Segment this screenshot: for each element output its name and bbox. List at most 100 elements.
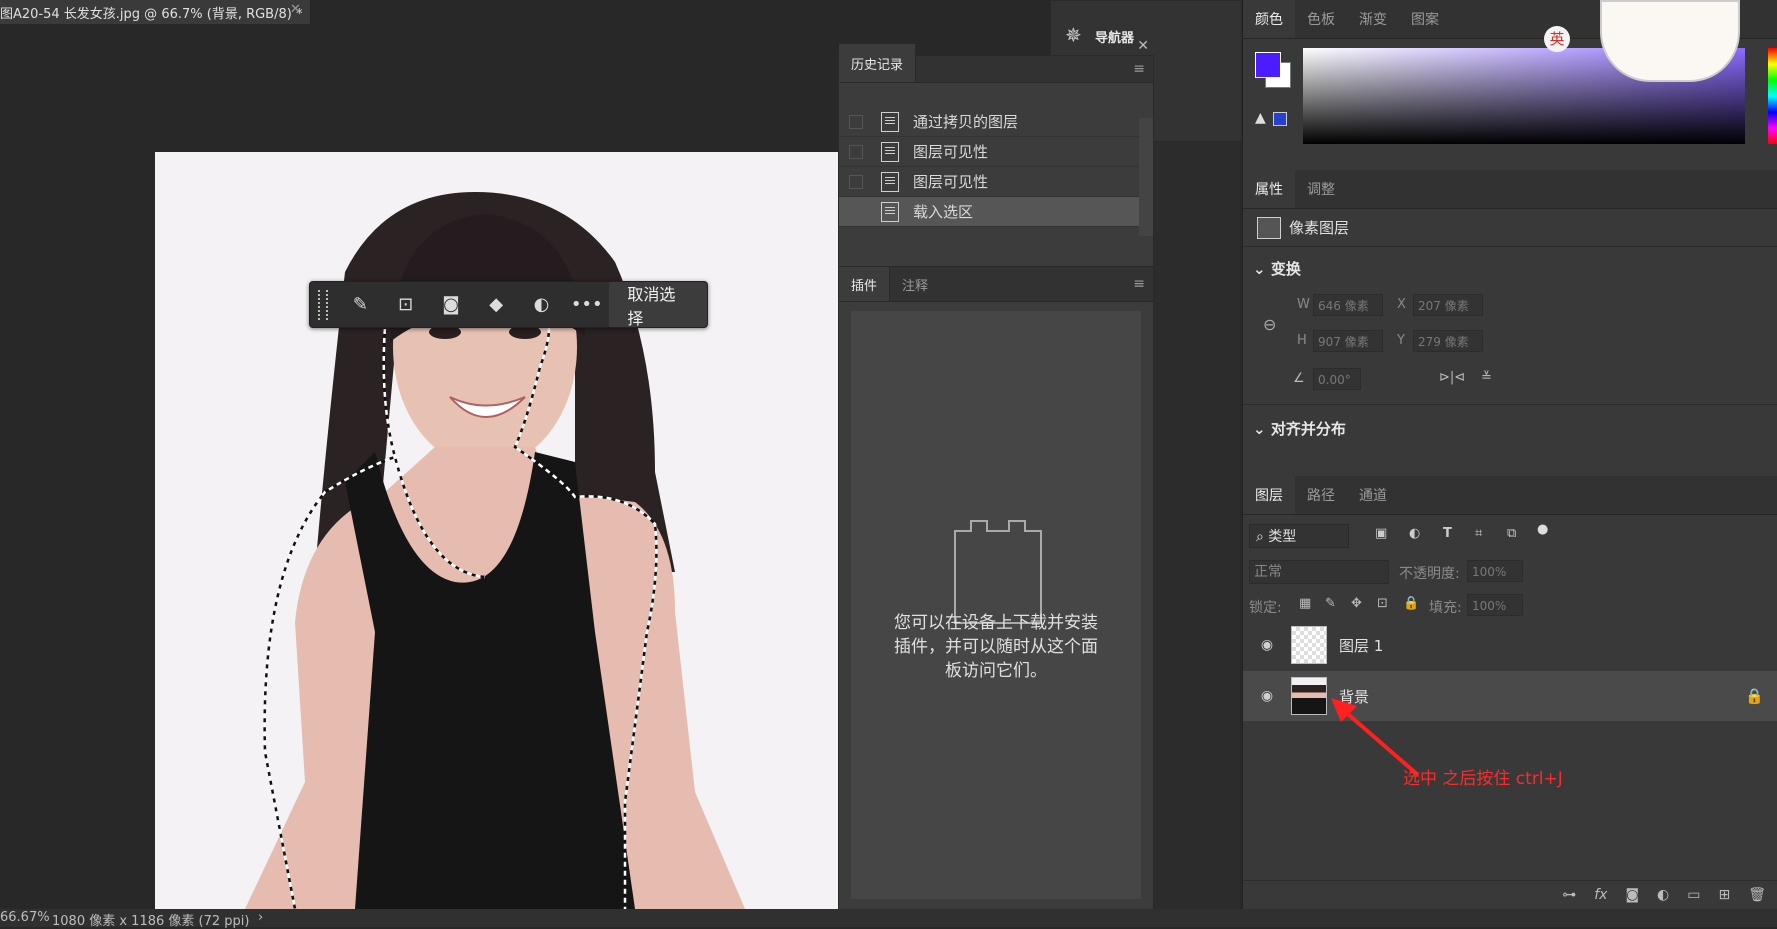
history-checkbox[interactable] xyxy=(849,204,863,219)
x-field[interactable]: 207 像素 xyxy=(1413,294,1483,316)
history-item[interactable]: 载入选区 xyxy=(839,197,1139,227)
chevron-right-icon[interactable]: › xyxy=(258,910,263,925)
ime-label: 英 xyxy=(1549,30,1565,48)
lock-paint-icon[interactable]: ✎ xyxy=(1325,596,1336,611)
y-label: Y xyxy=(1397,333,1405,348)
web-color-swatch[interactable] xyxy=(1273,112,1287,126)
tab-history[interactable]: 历史记录 xyxy=(839,44,917,82)
new-group-icon[interactable]: ▭ xyxy=(1687,887,1700,903)
link-layers-icon[interactable]: ⊶ xyxy=(1562,887,1576,903)
history-state-icon xyxy=(881,171,899,192)
more-icon[interactable]: ••• xyxy=(564,282,609,327)
plugins-panel: 插件 注释 ≡ 您可以在设备上下载并安装 插件，并可以随时从这个面 板访问它们。 xyxy=(838,266,1154,911)
opacity-label: 不透明度: xyxy=(1399,566,1460,582)
y-field[interactable]: 279 像素 xyxy=(1413,330,1483,352)
filter-toggle-icon[interactable]: ● xyxy=(1537,522,1548,537)
tab-layers[interactable]: 图层 xyxy=(1243,476,1295,514)
lock-all-icon[interactable]: 🔒 xyxy=(1403,596,1419,611)
eye-icon[interactable]: ◉ xyxy=(1257,637,1277,653)
tab-patterns[interactable]: 图案 xyxy=(1399,0,1451,38)
adjustment-layer-icon[interactable]: ◐ xyxy=(1657,887,1669,903)
history-scrollbar[interactable] xyxy=(1139,118,1153,236)
transform-section[interactable]: ⌄ 变换 xyxy=(1253,258,1301,279)
plugins-empty-state: 您可以在设备上下载并安装 插件，并可以随时从这个面 板访问它们。 xyxy=(851,311,1141,899)
adjust-icon[interactable]: ◐ xyxy=(519,282,564,327)
chevron-down-icon: ⌄ xyxy=(1253,420,1266,438)
tab-notes[interactable]: 注释 xyxy=(890,267,940,301)
brush-icon[interactable]: ✎ xyxy=(338,282,383,327)
history-panel: 历史记录 ≡ ✕ 通过拷贝的图层 图层可见性 图层可见性 载入选区 ⎘ ◉ 🗑 xyxy=(838,38,1154,297)
history-state-icon xyxy=(881,201,899,222)
trash-icon[interactable]: 🗑 xyxy=(1748,887,1766,903)
lock-label: 锁定: xyxy=(1249,600,1282,616)
add-mask-icon[interactable]: ◙ xyxy=(1625,887,1639,903)
plugins-message-line: 插件，并可以随时从这个面 xyxy=(894,637,1098,657)
h-label: H xyxy=(1297,333,1307,348)
close-tab-icon[interactable]: ✕ xyxy=(290,2,301,17)
height-field[interactable]: 907 像素 xyxy=(1313,330,1383,352)
layer-filter-select[interactable]: ⌕ 类型 xyxy=(1249,524,1349,548)
eye-icon[interactable]: ◉ xyxy=(1257,688,1277,704)
flip-vertical-icon[interactable]: ≚ xyxy=(1481,370,1492,385)
blend-mode-select[interactable]: 正常 xyxy=(1249,560,1389,584)
selection-transform-icon[interactable]: ⊡ xyxy=(383,282,428,327)
history-item-label: 图层可见性 xyxy=(913,143,989,161)
deselect-button[interactable]: 取消选择 xyxy=(609,282,708,328)
navigator-icon: ✵ xyxy=(1065,23,1082,47)
image-canvas[interactable] xyxy=(155,152,839,909)
hue-slider[interactable] xyxy=(1768,48,1777,144)
filter-adjust-icon[interactable]: ◐ xyxy=(1409,526,1420,541)
history-item[interactable]: 通过拷贝的图层 xyxy=(839,107,1139,137)
new-layer-icon[interactable]: ⊞ xyxy=(1718,887,1730,903)
fill-icon[interactable]: ◆ xyxy=(474,282,519,327)
history-state-icon xyxy=(881,141,899,162)
history-item-label: 通过拷贝的图层 xyxy=(913,113,1019,131)
lock-transparent-icon[interactable]: ▦ xyxy=(1299,596,1311,611)
width-field[interactable]: 646 像素 xyxy=(1313,294,1383,316)
gamut-warning-icon: ▲ xyxy=(1255,110,1266,126)
tab-swatches[interactable]: 色板 xyxy=(1295,0,1347,38)
tab-paths[interactable]: 路径 xyxy=(1295,476,1347,514)
flip-horizontal-icon[interactable]: ⊳|⊲ xyxy=(1439,370,1465,385)
tab-adjustments[interactable]: 调整 xyxy=(1295,170,1347,208)
close-icon[interactable]: ✕ xyxy=(1137,38,1149,54)
filter-shape-icon[interactable]: ⌗ xyxy=(1475,526,1482,541)
navigator-label: 导航器 xyxy=(1095,31,1135,46)
fill-field[interactable]: 100% xyxy=(1467,594,1523,616)
angle-field[interactable]: 0.00° xyxy=(1313,368,1361,390)
lock-position-icon[interactable]: ✥ xyxy=(1351,596,1362,611)
history-checkbox[interactable] xyxy=(849,114,863,129)
layer-row[interactable]: ◉ 图层 1 xyxy=(1243,620,1777,670)
link-icon[interactable]: ⊖ xyxy=(1263,315,1276,334)
tab-properties[interactable]: 属性 xyxy=(1243,170,1295,208)
align-title: 对齐并分布 xyxy=(1270,420,1346,438)
history-checkbox[interactable] xyxy=(849,174,863,189)
foreground-color-swatch[interactable] xyxy=(1255,52,1281,78)
opacity-field[interactable]: 100% xyxy=(1467,560,1523,582)
zoom-level[interactable]: 66.67% xyxy=(0,910,50,925)
document-tab[interactable]: 图A20-54 长发女孩.jpg @ 66.7% (背景, RGB/8) * ✕ xyxy=(0,0,310,25)
tab-gradients[interactable]: 渐变 xyxy=(1347,0,1399,38)
pixel-layer-icon xyxy=(1257,217,1281,239)
lock-artboard-icon[interactable]: ⊡ xyxy=(1377,596,1388,611)
tab-color[interactable]: 颜色 xyxy=(1243,0,1295,38)
history-checkbox[interactable] xyxy=(849,144,863,159)
tab-channels[interactable]: 通道 xyxy=(1347,476,1399,514)
filter-type-icon[interactable]: T xyxy=(1443,526,1452,541)
document-title: 图A20-54 长发女孩.jpg @ 66.7% (背景, RGB/8) * xyxy=(0,7,303,22)
history-item-label: 载入选区 xyxy=(913,203,974,221)
panel-menu-icon[interactable]: ≡ xyxy=(1133,276,1145,292)
filter-pixel-icon[interactable]: ▣ xyxy=(1375,526,1387,541)
fx-icon[interactable]: fx xyxy=(1594,887,1607,903)
drag-handle-icon[interactable] xyxy=(318,289,328,320)
history-item[interactable]: 图层可见性 xyxy=(839,167,1139,197)
panel-menu-icon[interactable]: ≡ xyxy=(1133,61,1145,77)
tab-plugins[interactable]: 插件 xyxy=(839,267,891,301)
ime-indicator[interactable]: 英 xyxy=(1544,26,1570,52)
plugins-message-line: 板访问它们。 xyxy=(945,661,1047,681)
plugins-message-line: 您可以在设备上下载并安装 xyxy=(894,613,1098,633)
mask-icon[interactable]: ◙ xyxy=(428,282,473,327)
filter-smart-object-icon[interactable]: ⧉ xyxy=(1507,526,1516,541)
align-section[interactable]: ⌄ 对齐并分布 xyxy=(1253,418,1346,439)
history-item[interactable]: 图层可见性 xyxy=(839,137,1139,167)
